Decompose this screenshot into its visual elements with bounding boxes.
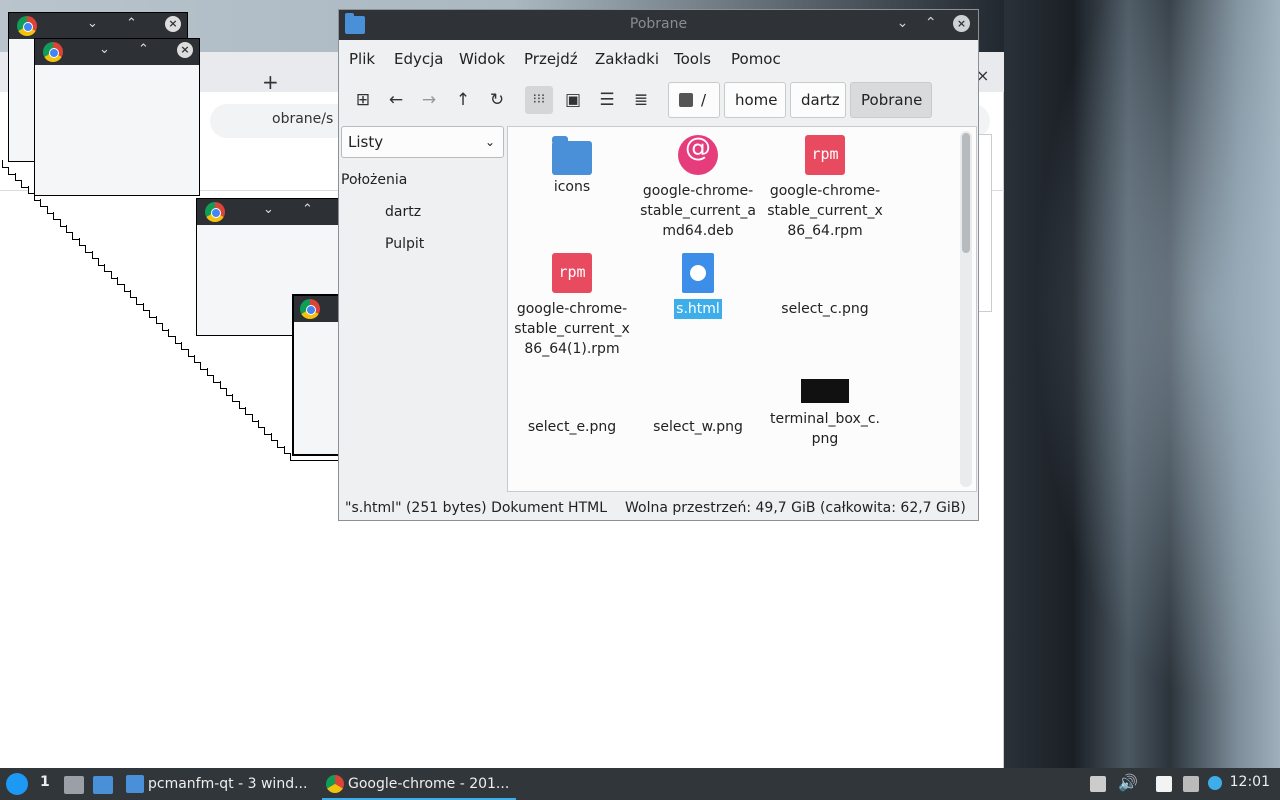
close-icon[interactable]: ×	[165, 16, 181, 32]
place-pulpit[interactable]: Pulpit	[385, 236, 424, 252]
file-item[interactable]: s.html	[636, 253, 760, 319]
detailed-view-icon[interactable]: ≣	[627, 86, 655, 114]
window-controls[interactable]: ⌄ ⌃ ×	[87, 16, 181, 32]
toolbar: ⊞ ← → ↑ ↻ ⁝⁝⁝ ▣ ☰ ≣ / home dartz Pobrane	[339, 78, 978, 122]
clock: 12:01	[1229, 774, 1270, 790]
network-icon[interactable]	[1183, 776, 1199, 792]
rpm-package-icon	[805, 135, 845, 175]
menu-pomoc[interactable]: Pomoc	[731, 50, 781, 68]
debian-package-icon	[678, 135, 718, 175]
back-icon[interactable]: ←	[382, 86, 410, 114]
breadcrumb-root[interactable]: /	[668, 82, 720, 118]
file-name: google-chrome- stable_current_x 86_64(1)…	[514, 301, 630, 357]
chrome-icon	[205, 202, 225, 222]
file-item[interactable]: select_c.png	[763, 253, 887, 319]
file-item[interactable]: select_e.png	[510, 371, 634, 437]
file-name-selected: s.html	[674, 299, 722, 319]
status-bar: "s.html" (251 bytes) Dokument HTML Wolna…	[339, 496, 978, 520]
address-bar-text: obrane/s	[272, 111, 334, 127]
file-item[interactable]: terminal_box_c. png	[763, 371, 887, 449]
start-menu-icon[interactable]	[6, 773, 28, 795]
image-file-icon	[552, 371, 592, 411]
desktop-wallpaper	[1004, 0, 1280, 768]
show-desktop-icon[interactable]	[93, 776, 113, 794]
side-panel-mode-select[interactable]: Listy ⌄	[341, 126, 504, 158]
chrome-icon	[17, 16, 37, 36]
scrollbar-thumb[interactable]	[962, 133, 970, 253]
file-manager-launcher-icon[interactable]	[64, 776, 84, 794]
chrome-icon	[326, 775, 344, 793]
file-manager-titlebar: Pobrane ⌄ ⌃ ×	[339, 10, 978, 40]
forward-icon[interactable]: →	[415, 86, 443, 114]
maximize-button[interactable]: ⌃	[925, 15, 937, 31]
file-item[interactable]: select_w.png	[636, 371, 760, 437]
reload-icon[interactable]: ↻	[483, 86, 511, 114]
new-tab-icon[interactable]: ⊞	[349, 86, 377, 114]
close-icon[interactable]: ×	[177, 42, 193, 58]
drive-icon	[679, 93, 693, 107]
clipboard-icon[interactable]	[1156, 776, 1172, 792]
taskbar: 1 pcmanfm-qt - 3 wind... Google-chrome -…	[0, 768, 1280, 800]
menu-widok[interactable]: Widok	[459, 50, 505, 68]
html-file-icon	[682, 253, 714, 293]
image-thumbnail-icon	[801, 379, 849, 403]
file-item[interactable]: google-chrome- stable_current_a md64.deb	[636, 135, 760, 241]
menu-przejdz[interactable]: Przejdź	[524, 50, 578, 68]
file-name: select_e.png	[527, 419, 617, 435]
breadcrumb-pobrane[interactable]: Pobrane	[850, 82, 932, 118]
minimize-button[interactable]: ⌄	[897, 15, 909, 31]
folder-icon	[126, 775, 144, 793]
rpm-package-icon	[552, 253, 592, 293]
folder-icon	[552, 136, 592, 175]
task-google-chrome[interactable]: Google-chrome - 201...	[322, 768, 516, 800]
window-controls: ⌄ ⌃ ×	[885, 15, 970, 32]
task-pcmanfm[interactable]: pcmanfm-qt - 3 wind...	[122, 768, 318, 800]
file-item[interactable]: icons	[510, 136, 634, 197]
workspace-switcher[interactable]: 1	[40, 774, 50, 790]
file-manager-window: Pobrane ⌄ ⌃ × Plik Edycja Widok Przejdź …	[338, 9, 979, 521]
file-name: icons	[553, 179, 591, 195]
thumbnail-view-icon[interactable]: ▣	[559, 86, 587, 114]
image-file-icon	[678, 371, 718, 411]
ghost-titlebar: ⌄ ⌃ ×	[35, 39, 199, 65]
up-icon[interactable]: ↑	[449, 86, 477, 114]
tray-up-icon[interactable]	[1090, 776, 1106, 792]
side-panel: Listy ⌄ Położenia dartz Pulpit	[339, 124, 506, 492]
places-heading: Położenia	[341, 172, 408, 188]
file-name: select_c.png	[781, 301, 869, 317]
file-name: terminal_box_c. png	[770, 411, 880, 447]
file-name: google-chrome- stable_current_a md64.deb	[640, 183, 756, 239]
status-free-space: Wolna przestrzeń: 49,7 GiB (całkowita: 6…	[625, 500, 966, 516]
ghost-titlebar: ⌄ ⌃ ×	[9, 13, 187, 39]
menu-plik[interactable]: Plik	[349, 50, 375, 68]
place-dartz[interactable]: dartz	[385, 204, 421, 220]
window-controls[interactable]: ⌄ ⌃ ×	[99, 42, 193, 58]
file-name: google-chrome- stable_current_x 86_64.rp…	[767, 183, 883, 239]
menu-bar: Plik Edycja Widok Przejdź Zakładki Tools…	[339, 40, 978, 74]
new-tab-button[interactable]: +	[262, 70, 279, 94]
compact-view-icon[interactable]: ☰	[593, 86, 621, 114]
window-title: Pobrane	[629, 16, 688, 32]
ghost-window: ⌄ ⌃ ×	[34, 38, 200, 196]
menu-tools[interactable]: Tools	[674, 50, 711, 68]
breadcrumb-dartz[interactable]: dartz	[790, 82, 846, 118]
file-view[interactable]: icons google-chrome- stable_current_a md…	[507, 126, 977, 492]
chrome-icon	[300, 299, 320, 319]
breadcrumb-home[interactable]: home	[724, 82, 786, 118]
image-file-icon	[805, 253, 845, 293]
chevron-down-icon: ⌄	[484, 135, 495, 149]
chrome-icon	[43, 42, 63, 62]
notification-icon[interactable]	[1208, 776, 1222, 790]
file-name: select_w.png	[653, 419, 743, 435]
file-item[interactable]: google-chrome- stable_current_x 86_64.rp…	[763, 135, 887, 241]
close-button[interactable]: ×	[953, 15, 970, 32]
volume-icon[interactable]: 🔊	[1118, 773, 1138, 792]
menu-zakladki[interactable]: Zakładki	[595, 50, 659, 68]
menu-edycja[interactable]: Edycja	[394, 50, 443, 68]
icon-view-icon[interactable]: ⁝⁝⁝	[525, 86, 553, 114]
status-selection: "s.html" (251 bytes) Dokument HTML	[345, 500, 607, 516]
file-item[interactable]: google-chrome- stable_current_x 86_64(1)…	[510, 253, 634, 359]
